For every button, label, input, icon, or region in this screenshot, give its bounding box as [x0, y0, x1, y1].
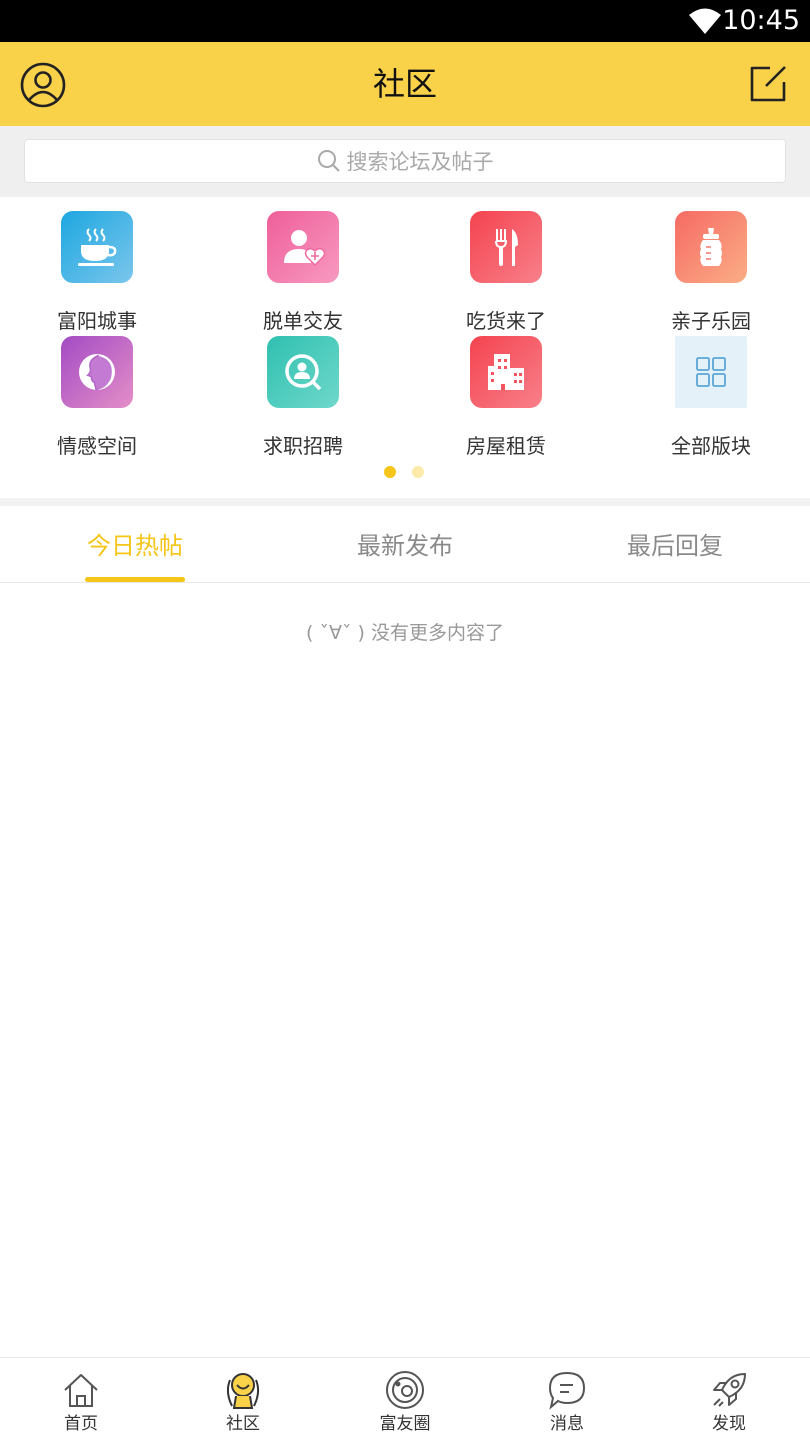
category-label: 情感空间 [57, 434, 137, 458]
fork-knife-icon [470, 211, 542, 283]
status-time: 10:45 [722, 5, 800, 36]
category-label: 亲子乐园 [671, 309, 751, 333]
tab-hot-today[interactable]: 今日热帖 [0, 506, 270, 583]
nav-label: 发现 [712, 1414, 746, 1434]
category-label: 脱单交友 [263, 309, 343, 333]
category-label: 富阳城事 [57, 309, 137, 333]
wifi-icon [689, 8, 721, 34]
nav-label: 社区 [226, 1414, 260, 1434]
tab-latest[interactable]: 最新发布 [270, 506, 540, 583]
nav-item-community[interactable]: 社区 [162, 1358, 324, 1440]
community-icon [226, 1373, 260, 1409]
search-icon [317, 150, 340, 172]
category-label: 全部版块 [671, 434, 751, 458]
category-item-dating[interactable]: 脱单交友 [228, 211, 378, 333]
profile-face-icon [61, 336, 133, 408]
category-item-all-sections[interactable]: 全部版块 [636, 336, 786, 458]
search-area: 搜索论坛及帖子 [0, 126, 810, 197]
search-input[interactable]: 搜索论坛及帖子 [24, 139, 786, 183]
post-tabs: 今日热帖 最新发布 最后回复 [0, 506, 810, 583]
page-title: 社区 [372, 65, 437, 103]
message-icon [548, 1371, 586, 1410]
category-item-foodies[interactable]: 吃货来了 [431, 211, 581, 333]
planet-icon [386, 1371, 424, 1409]
page-dot-active[interactable] [384, 466, 396, 478]
home-icon [64, 1374, 98, 1407]
nav-label: 消息 [550, 1414, 584, 1434]
category-label: 求职招聘 [263, 434, 343, 458]
category-item-jobs[interactable]: 求职招聘 [228, 336, 378, 458]
tab-label: 今日热帖 [87, 532, 183, 560]
nav-label: 富友圈 [379, 1414, 431, 1434]
baby-bottle-icon [675, 211, 747, 283]
tab-label: 最新发布 [357, 532, 453, 560]
category-item-emotion[interactable]: 情感空间 [22, 336, 172, 458]
category-item-city-news[interactable]: 富阳城事 [22, 211, 172, 333]
page-dot[interactable] [412, 466, 424, 478]
category-label: 房屋租赁 [466, 434, 546, 458]
search-user-icon [267, 336, 339, 408]
nav-label: 首页 [64, 1414, 98, 1434]
user-heart-icon [267, 211, 339, 283]
category-grid: 富阳城事 脱单交友 吃货来了 亲子乐园 情感空间 求职招聘 房屋租赁 全部版块 [0, 197, 810, 498]
nav-item-friends-circle[interactable]: 富友圈 [324, 1358, 486, 1440]
nav-item-messages[interactable]: 消息 [486, 1358, 648, 1440]
compose-icon[interactable] [748, 64, 788, 104]
empty-state-text: ( ˇ∀ˇ ) 没有更多内容了 [306, 622, 504, 644]
tab-label: 最后回复 [627, 532, 723, 560]
category-item-parenting[interactable]: 亲子乐园 [636, 211, 786, 333]
tab-underline [85, 577, 185, 582]
nav-item-home[interactable]: 首页 [0, 1358, 162, 1440]
bottom-nav: 首页 社区 富友圈 消息 发现 [0, 1357, 810, 1440]
building-icon [470, 336, 542, 408]
nav-item-discover[interactable]: 发现 [648, 1358, 810, 1440]
app-header: 社区 [0, 42, 810, 126]
page-indicator [384, 466, 434, 478]
section-divider [0, 498, 810, 506]
category-label: 吃货来了 [466, 309, 546, 333]
tab-last-reply[interactable]: 最后回复 [540, 506, 810, 583]
grid-icon [675, 336, 747, 408]
status-bar: 10:45 [0, 0, 810, 42]
rocket-icon [713, 1373, 746, 1407]
category-item-rental[interactable]: 房屋租赁 [431, 336, 581, 458]
search-placeholder: 搜索论坛及帖子 [346, 150, 494, 174]
teacup-icon [61, 211, 133, 283]
